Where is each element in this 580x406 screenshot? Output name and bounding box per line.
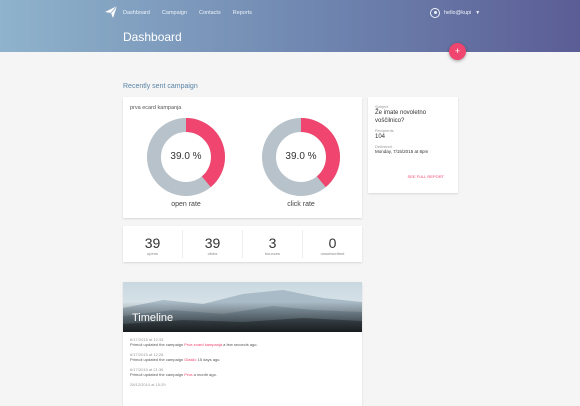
timeline-text-suffix: a few seconds ago. — [222, 342, 258, 347]
stat-clicks: 39 clicks — [183, 230, 243, 258]
timeline-item: 28/12/2014 at 15:29 — [130, 382, 355, 387]
stat-label: clicks — [207, 251, 218, 256]
stat-bounces: 3 bounces — [243, 230, 303, 258]
timeline-title: Timeline — [132, 312, 174, 324]
delivered-date: Monday, 7/15/2015 at 8pm — [375, 149, 429, 154]
campaign-name: prva ecard kampanja — [130, 105, 182, 111]
click-rate-value: 39.0 % — [285, 151, 317, 162]
stat-label: unsubscribed — [320, 251, 345, 256]
timeline-text-prefix: Primož updated the campaign — [130, 372, 185, 377]
stat-value: 39 — [144, 235, 161, 251]
user-menu[interactable]: hello@kupi ▼ — [430, 8, 480, 18]
stats-card: 39 opens 39 clicks 3 bounces 0 unsubscri… — [123, 226, 362, 262]
timeline-item: 6/17/2015 at 12:33 Primož updated the ca… — [130, 337, 355, 347]
click-rate-donut: 39.0 % — [261, 117, 341, 197]
open-rate-value: 39.0 % — [170, 151, 202, 162]
nav-reports[interactable]: Reports — [233, 10, 252, 16]
stat-value: 3 — [268, 235, 277, 251]
timeline-campaign-link[interactable]: Prva — [184, 372, 192, 377]
campaign-card: prva ecard kampanja 39.0 % open rate 39.… — [123, 97, 362, 218]
timeline-item: 6/17/2015 at 21:36 Primož updated the ca… — [130, 367, 355, 377]
open-rate-label: open rate — [171, 201, 201, 208]
timeline-item: 6/17/2015 at 12:28 Primož updated the ca… — [130, 352, 355, 362]
stat-value: 0 — [328, 235, 337, 251]
stat-unsubscribed: 0 unsubscribed — [303, 230, 362, 258]
timeline-text: Primož updated the campaign Prva a month… — [130, 372, 355, 377]
add-button[interactable]: + — [449, 43, 466, 60]
timeline-text-suffix: a month ago. — [192, 372, 217, 377]
nav-campaign[interactable]: Campaign — [162, 10, 187, 16]
subject-value: Že imate novoletno voščilnico? — [375, 110, 427, 124]
timeline-campaign-link[interactable]: Glasilo — [184, 357, 196, 362]
top-header: Dashboard Campaign Contacts Reports hell… — [0, 0, 580, 52]
open-rate-donut: 39.0 % — [146, 117, 226, 197]
paper-plane-logo-icon[interactable] — [104, 5, 118, 19]
timeline-text-suffix: 15 days ago. — [196, 357, 221, 362]
recipients-value: 104 — [375, 134, 386, 140]
stat-label: bounces — [264, 251, 281, 256]
nav-dashboard[interactable]: Dashboard — [123, 10, 150, 16]
stat-opens: 39 opens — [123, 230, 183, 258]
campaign-info-card: Subject Že imate novoletno voščilnico? R… — [368, 97, 458, 193]
see-full-report-link[interactable]: SEE FULL REPORT — [408, 174, 444, 179]
timeline-text: Primož updated the campaign Glasilo 15 d… — [130, 357, 355, 362]
timeline-text-prefix: Primož updated the campaign — [130, 342, 185, 347]
timeline-time: 28/12/2014 at 15:29 — [130, 382, 166, 387]
timeline-list: 6/17/2015 at 12:33 Primož updated the ca… — [130, 337, 355, 392]
timeline-text: Primož updated the campaign Prva ecard k… — [130, 342, 355, 347]
timeline-card: Timeline 6/17/2015 at 12:33 Primož updat… — [123, 282, 362, 406]
page-title: Dashboard — [123, 30, 182, 44]
main-nav: Dashboard Campaign Contacts Reports — [123, 10, 252, 16]
timeline-hero-image: Timeline — [123, 282, 362, 332]
nav-contacts[interactable]: Contacts — [199, 10, 221, 16]
timeline-text-prefix: Primož updated the campaign — [130, 357, 185, 362]
user-avatar-icon — [430, 8, 440, 18]
section-title-recent-campaign: Recently sent campaign — [123, 83, 198, 90]
click-rate-label: click rate — [287, 201, 315, 208]
chevron-down-icon: ▼ — [475, 10, 481, 16]
user-name: hello@kupi — [444, 10, 472, 16]
timeline-campaign-link[interactable]: Prva ecard kampanja — [184, 342, 222, 347]
stat-value: 39 — [204, 235, 221, 251]
stat-label: opens — [147, 251, 158, 256]
